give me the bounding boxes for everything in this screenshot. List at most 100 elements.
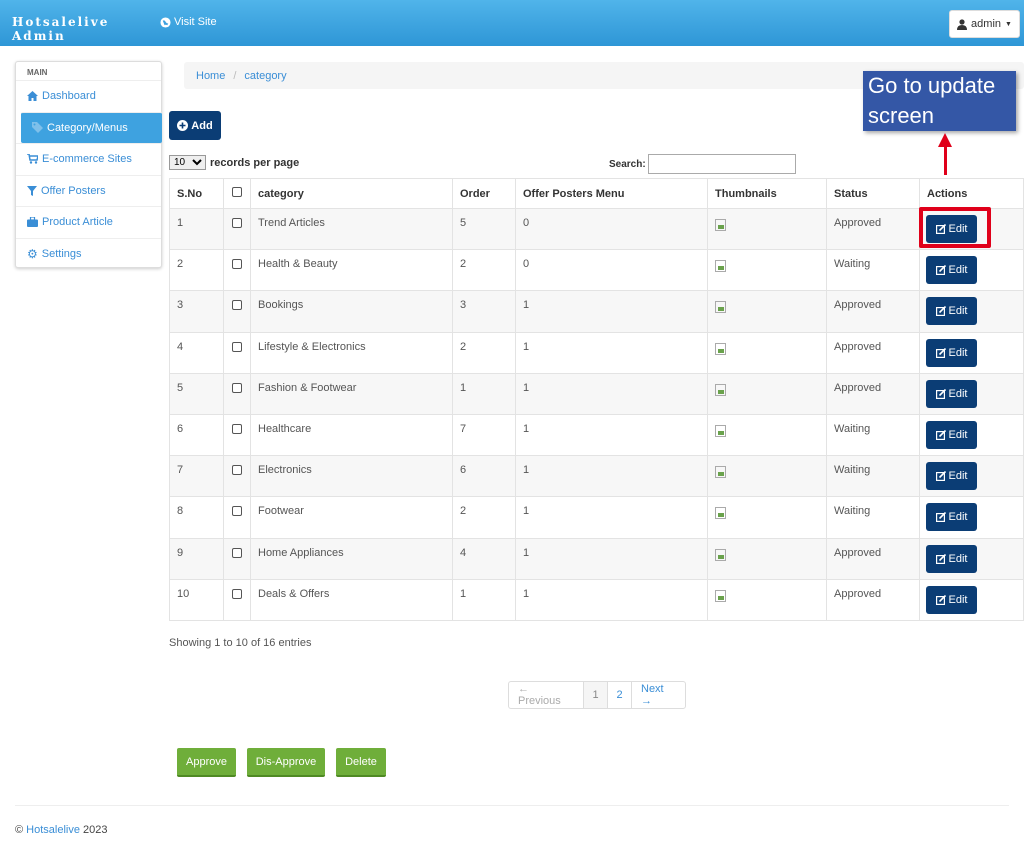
cell-select [223,537,251,580]
cell-status: Approved [826,537,920,580]
sidebar-item-offer-posters[interactable]: Offer Posters [16,174,161,207]
edit-icon [935,429,946,440]
select-all-checkbox[interactable] [232,187,242,197]
cell-order: 3 [452,290,516,333]
column-header-offer-posters-menu[interactable]: Offer Posters Menu [515,178,708,209]
edit-icon [935,224,946,234]
edit-button[interactable]: Edit [926,462,977,491]
cell-actions: Edit [919,290,1024,333]
search-input[interactable] [647,154,796,174]
edit-button-label: Edit [948,470,968,483]
pagination-page-2[interactable]: 2 [607,682,631,708]
breadcrumb-home[interactable]: Home [196,70,225,82]
edit-button[interactable]: Edit [926,256,977,285]
filter-icon [27,185,37,196]
row-checkbox[interactable] [232,218,242,228]
row-checkbox[interactable] [232,547,242,558]
sidebar-item-settings[interactable]: ⚙ Settings [16,237,161,270]
sidebar-item-label: Category/Menus [47,121,128,134]
cell-thumbnail [707,249,827,292]
brand-logo[interactable]: Hotsalelive Admin [12,15,109,43]
brand-line-1: Hotsalelive [12,15,110,29]
cell-sno: 7 [169,455,224,498]
edit-button[interactable]: Edit [926,297,977,326]
edit-icon [935,265,946,276]
cell-thumbnail [707,372,827,415]
edit-button-label: Edit [948,552,968,565]
row-checkbox[interactable] [232,300,242,311]
edit-button[interactable]: Edit [926,379,977,408]
sidebar-item-product-article[interactable]: Product Article [16,206,161,238]
disapprove-button[interactable]: Dis-Approve [247,748,325,777]
cell-status: Approved [826,290,920,333]
pagination-page-1[interactable]: 1 [583,682,607,708]
callout-line-2: screen [868,103,935,128]
cell-actions: Edit [919,413,1024,457]
edit-icon [935,512,946,523]
cell-thumbnail [707,207,827,251]
row-checkbox[interactable] [232,465,242,476]
cell-select [223,578,251,621]
table-row: 2 Health & Beauty 2 0 Waiting Edit [169,249,1024,292]
column-header-category[interactable]: category [250,178,453,209]
table-row: 3 Bookings 3 1 Approved Edit [169,290,1024,333]
edit-icon [935,388,946,399]
cell-sno: 2 [169,249,224,292]
footer-divider [15,805,1009,806]
edit-button[interactable]: Edit [926,585,977,614]
approve-button[interactable]: Approve [177,748,236,777]
cell-category: Health & Beauty [250,249,453,292]
visit-site-link[interactable]: Visit Site [160,16,217,28]
sidebar-item-category-menus[interactable]: Category/Menus [21,111,162,143]
sidebar-item-ecommerce-sites[interactable]: E-commerce Sites [16,143,161,175]
user-icon [957,18,968,30]
cell-order: 7 [452,413,516,457]
sidebar-item-dashboard[interactable]: Dashboard [16,80,161,112]
column-header-order[interactable]: Order [452,178,516,209]
row-checkbox[interactable] [232,382,242,393]
cell-order: 2 [452,249,516,292]
cell-order: 2 [452,496,516,539]
footer-brand-link[interactable]: Hotsalelive [26,824,80,836]
pagination-next[interactable]: Next → [631,682,685,708]
cell-offer-posters-menu: 1 [515,372,708,415]
brand-line-2: Admin [12,29,66,43]
column-header-status[interactable]: Status [826,178,920,209]
pagination-previous[interactable]: ← Previous [509,682,583,708]
add-category-button[interactable]: Add [169,111,221,140]
row-checkbox[interactable] [232,259,242,270]
cell-sno: 1 [169,207,224,251]
cell-select [223,455,251,498]
sidebar: MAIN Dashboard Category/Menus E-commerce… [15,61,162,268]
records-per-page-select[interactable]: 10 [169,155,206,170]
breadcrumb-current[interactable]: category [244,70,286,82]
column-header-thumbnails[interactable]: Thumbnails [707,178,827,209]
edit-button[interactable]: Edit [926,420,977,449]
row-checkbox[interactable] [232,423,242,434]
cell-thumbnail [707,496,827,539]
table-row: 1 Trend Articles 5 0 Approved Edit [169,207,1024,251]
pagination: ← Previous 1 2 Next → [508,681,686,709]
cell-status: Approved [826,331,920,374]
cart-icon [27,154,38,164]
cell-thumbnail [707,455,827,498]
row-checkbox[interactable] [232,341,242,352]
row-checkbox[interactable] [232,506,242,517]
edit-button[interactable]: Edit [926,544,977,573]
caret-down-icon: ▼ [1005,20,1012,28]
cell-order: 1 [452,372,516,415]
edit-button-label: Edit [948,305,968,318]
cell-category: Bookings [250,290,453,333]
delete-button[interactable]: Delete [336,748,386,777]
column-header-sno[interactable]: S.No [169,178,224,209]
broken-image-icon [715,424,726,437]
admin-user-menu[interactable]: admin ▼ [949,10,1020,38]
cell-select [223,290,251,333]
edit-button[interactable]: Edit [926,503,977,532]
edit-button[interactable]: Edit [926,215,977,243]
cell-order: 5 [452,207,516,251]
cell-category: Fashion & Footwear [250,372,453,415]
edit-button[interactable]: Edit [926,338,977,367]
cell-actions: Edit [919,207,1024,251]
row-checkbox[interactable] [232,588,242,599]
